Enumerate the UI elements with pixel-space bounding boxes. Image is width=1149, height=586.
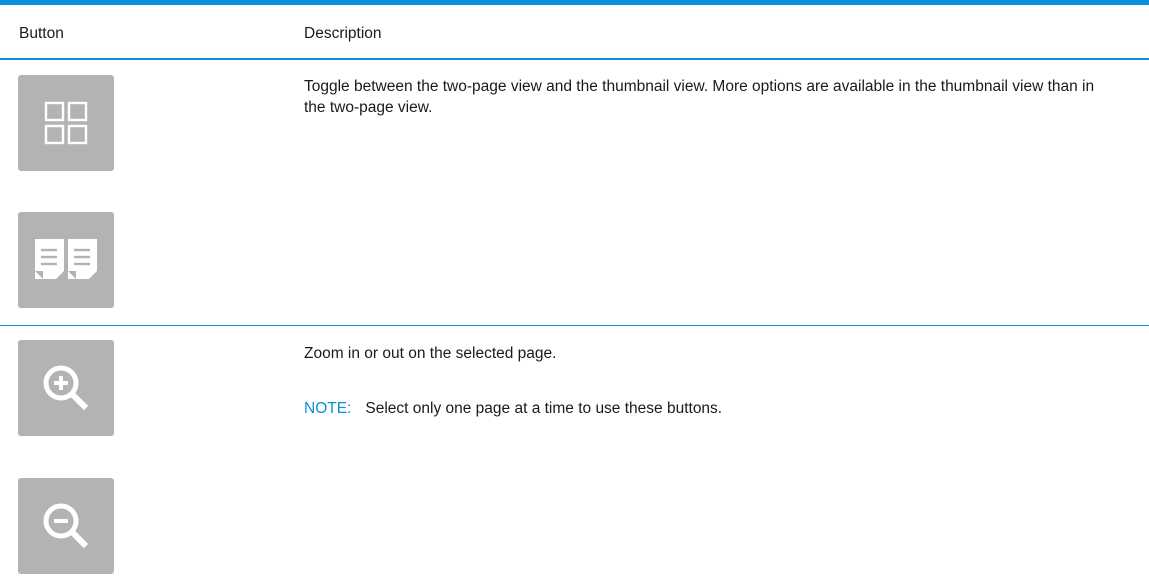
row-2-description: Zoom in or out on the selected page. [304, 345, 557, 362]
column-header-button: Button [19, 25, 64, 42]
row-1-description: Toggle between the two-page view and the… [304, 78, 1095, 116]
table-header: Button Description [0, 5, 1149, 60]
note-text: Select only one page at a time to use th… [365, 400, 723, 417]
two-page-view-button[interactable] [18, 212, 114, 308]
row-divider [0, 325, 1149, 326]
note: NOTE: Select only one page at a time to u… [304, 398, 722, 419]
note-label: NOTE: [304, 400, 352, 417]
two-page-view-icon [35, 239, 97, 279]
zoom-out-icon [43, 503, 89, 549]
column-header-description: Description [304, 25, 382, 42]
thumbnail-view-button[interactable] [18, 75, 114, 171]
thumbnail-view-icon [44, 101, 88, 145]
zoom-in-button[interactable] [18, 340, 114, 436]
zoom-in-icon [43, 365, 89, 411]
zoom-out-button[interactable] [18, 478, 114, 574]
